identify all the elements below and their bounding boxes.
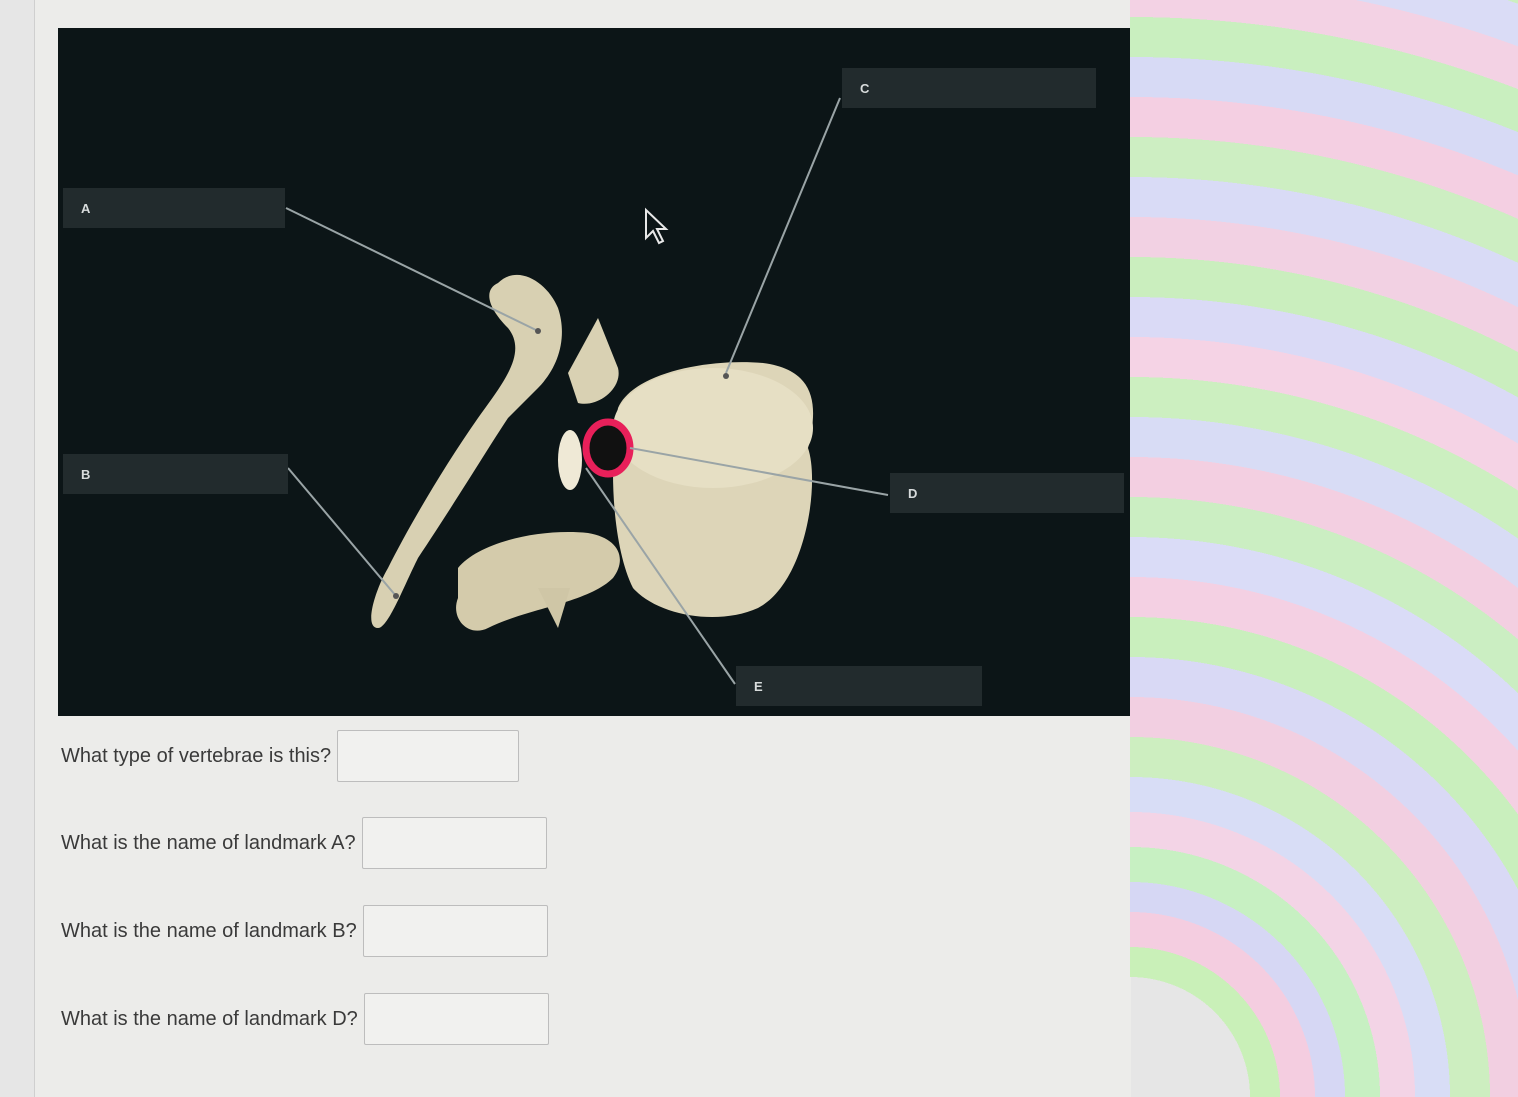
articular-facet — [558, 430, 582, 490]
question-landmark-b: What is the name of landmark B? — [61, 905, 548, 957]
landmark-dot-c — [723, 373, 729, 379]
transverse-process — [456, 532, 620, 631]
label-e-text: E — [754, 678, 763, 694]
question-landmark-d: What is the name of landmark D? — [61, 993, 549, 1045]
label-b-text: B — [81, 466, 91, 482]
question-text: What is the name of landmark D? — [61, 1007, 358, 1030]
label-a-text: A — [81, 200, 91, 216]
superior-articular-process — [568, 318, 619, 404]
label-box-e[interactable]: E — [736, 666, 982, 706]
vertebral-body-top — [613, 368, 813, 488]
label-box-b[interactable]: B — [63, 454, 288, 494]
vertebra-diagram[interactable]: A B C D E — [58, 28, 1130, 716]
mouse-pointer-icon — [645, 207, 669, 245]
answer-input-landmark-d[interactable] — [363, 993, 549, 1045]
label-box-d[interactable]: D — [890, 473, 1124, 513]
question-vertebra-type: What type of vertebrae is this? — [61, 730, 520, 782]
question-landmark-a: What is the name of landmark A? — [61, 817, 547, 869]
leader-line-b — [287, 467, 397, 597]
label-d-text: D — [908, 485, 918, 501]
question-text: What is the name of landmark B? — [61, 919, 357, 942]
highlighted-foramen — [582, 418, 634, 478]
landmark-dot-b — [393, 593, 399, 599]
answer-input-vertebra-type[interactable] — [337, 730, 520, 782]
question-text: What type of vertebrae is this? — [61, 744, 332, 767]
vertebra-illustration — [285, 97, 889, 685]
label-c-text: C — [860, 80, 870, 96]
question-text: What is the name of landmark A? — [61, 831, 356, 854]
screen-moire-background — [1130, 0, 1518, 1097]
leader-line-c — [725, 97, 841, 374]
answer-input-landmark-a[interactable] — [361, 817, 547, 869]
answer-input-landmark-b[interactable] — [362, 905, 548, 957]
leader-line-a — [285, 207, 539, 332]
label-box-c[interactable]: C — [842, 68, 1096, 108]
landmark-dot-a — [535, 328, 541, 334]
label-box-a[interactable]: A — [63, 188, 285, 228]
